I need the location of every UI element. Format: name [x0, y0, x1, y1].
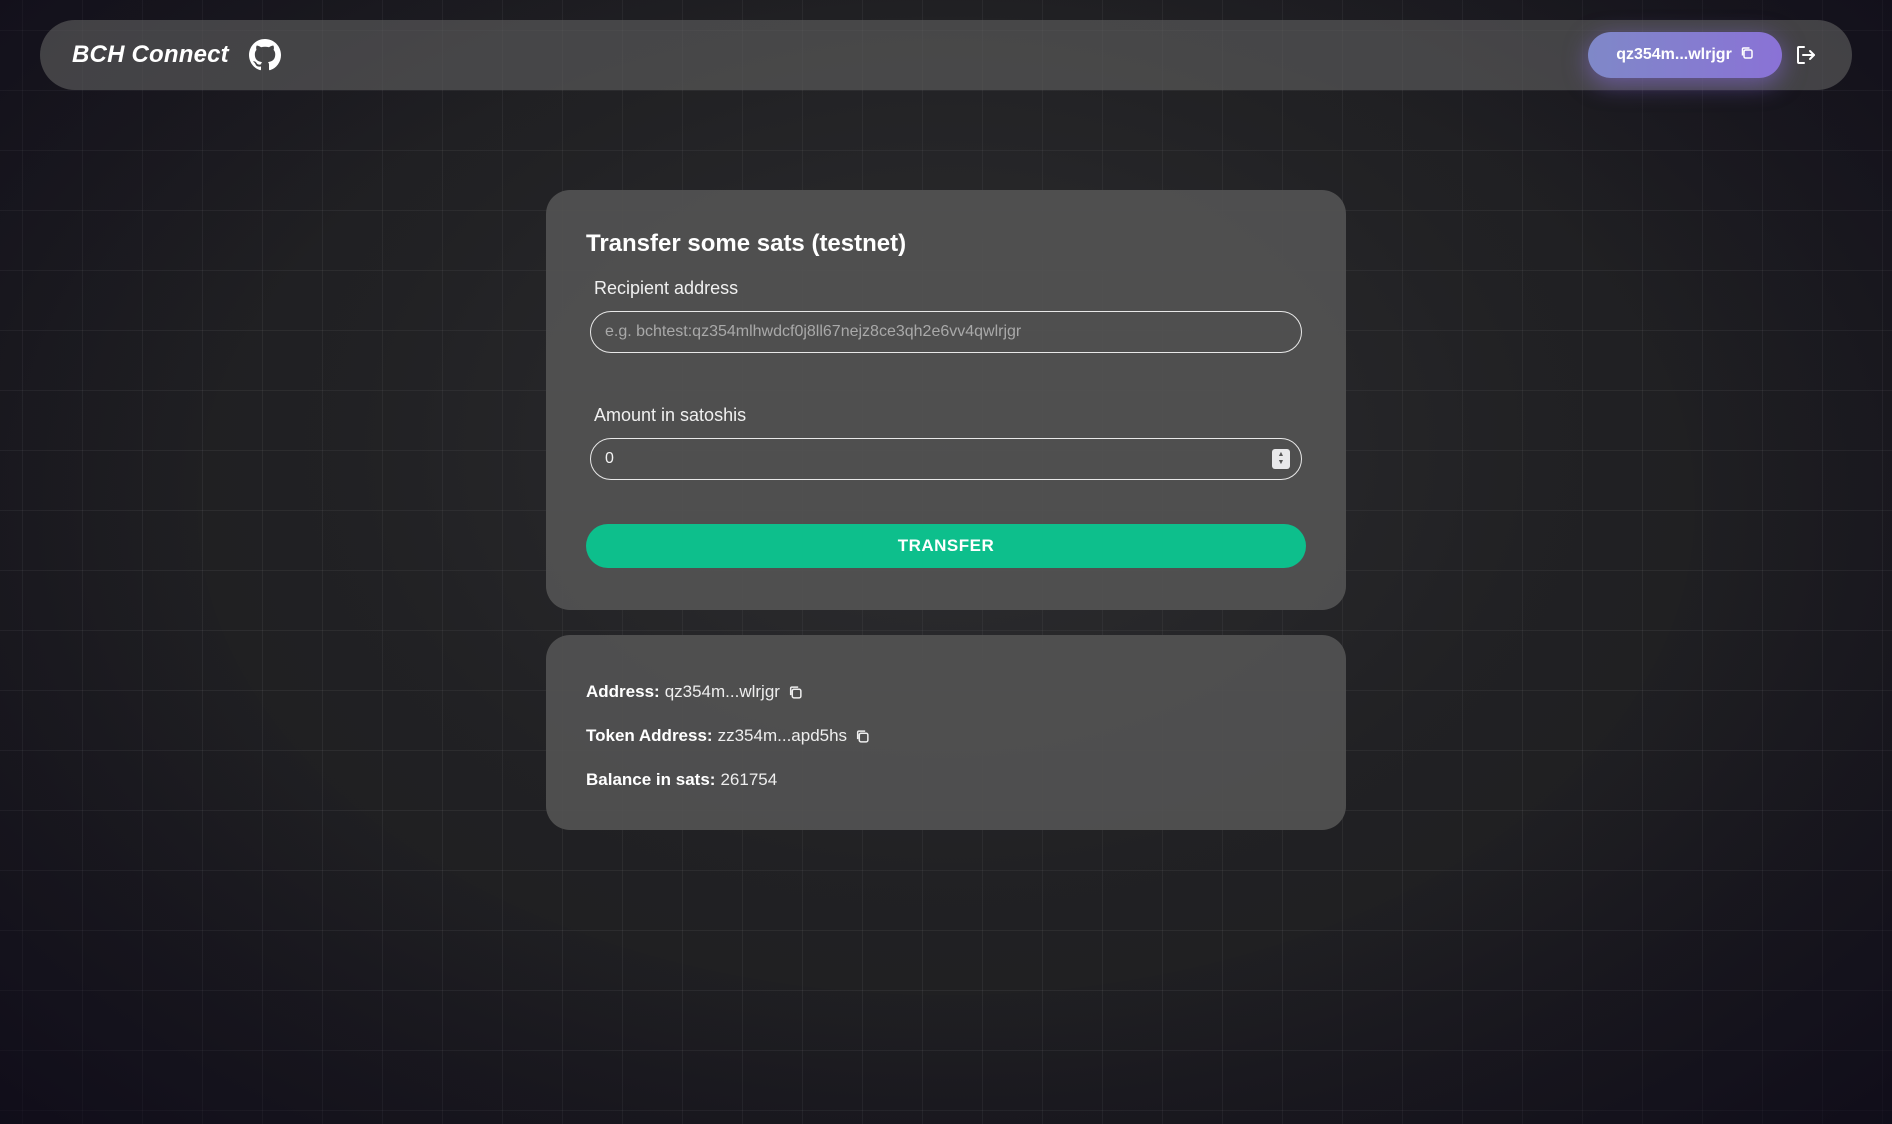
amount-input[interactable]	[590, 438, 1302, 480]
wallet-info-card: Address: qz354m...wlrjgr Token Address: …	[546, 635, 1346, 830]
amount-field: ▲ ▼	[590, 438, 1302, 480]
amount-label: Amount in satoshis	[594, 405, 747, 425]
token-address-label: Token Address:	[586, 726, 713, 745]
app-brand[interactable]: BCH Connect	[72, 41, 229, 69]
wallet-address-button[interactable]: qz354m...wlrjgr	[1588, 32, 1782, 78]
chevron-down-icon[interactable]: ▼	[1278, 459, 1285, 467]
token-address-value: zz354m...apd5hs	[717, 726, 848, 745]
copy-icon[interactable]	[1740, 46, 1754, 65]
address-value: qz354m...wlrjgr	[664, 682, 780, 701]
address-label: Address:	[586, 682, 660, 701]
copy-token-address-icon[interactable]	[855, 729, 870, 744]
github-icon[interactable]	[248, 39, 281, 71]
token-address-row: Token Address: zz354m...apd5hs	[586, 723, 1306, 749]
chevron-up-icon[interactable]: ▲	[1278, 451, 1285, 459]
transfer-card: Transfer some sats (testnet) Recipient a…	[546, 190, 1346, 610]
recipient-address-label: Recipient address	[594, 278, 739, 298]
balance-value: 261754	[720, 770, 778, 789]
transfer-title: Transfer some sats (testnet)	[586, 230, 907, 257]
balance-label: Balance in sats:	[586, 770, 716, 789]
amount-stepper[interactable]: ▲ ▼	[1272, 449, 1290, 469]
wallet-address-short: qz354m...wlrjgr	[1616, 46, 1732, 63]
address-row: Address: qz354m...wlrjgr	[586, 679, 1306, 705]
transfer-button[interactable]: TRANSFER	[586, 524, 1306, 568]
top-navbar: BCH Connect qz354m...wlrjgr	[40, 20, 1852, 90]
logout-icon[interactable]	[1792, 41, 1820, 69]
copy-address-icon[interactable]	[788, 685, 803, 700]
balance-row: Balance in sats: 261754	[586, 767, 1306, 793]
recipient-address-input[interactable]	[590, 311, 1302, 353]
